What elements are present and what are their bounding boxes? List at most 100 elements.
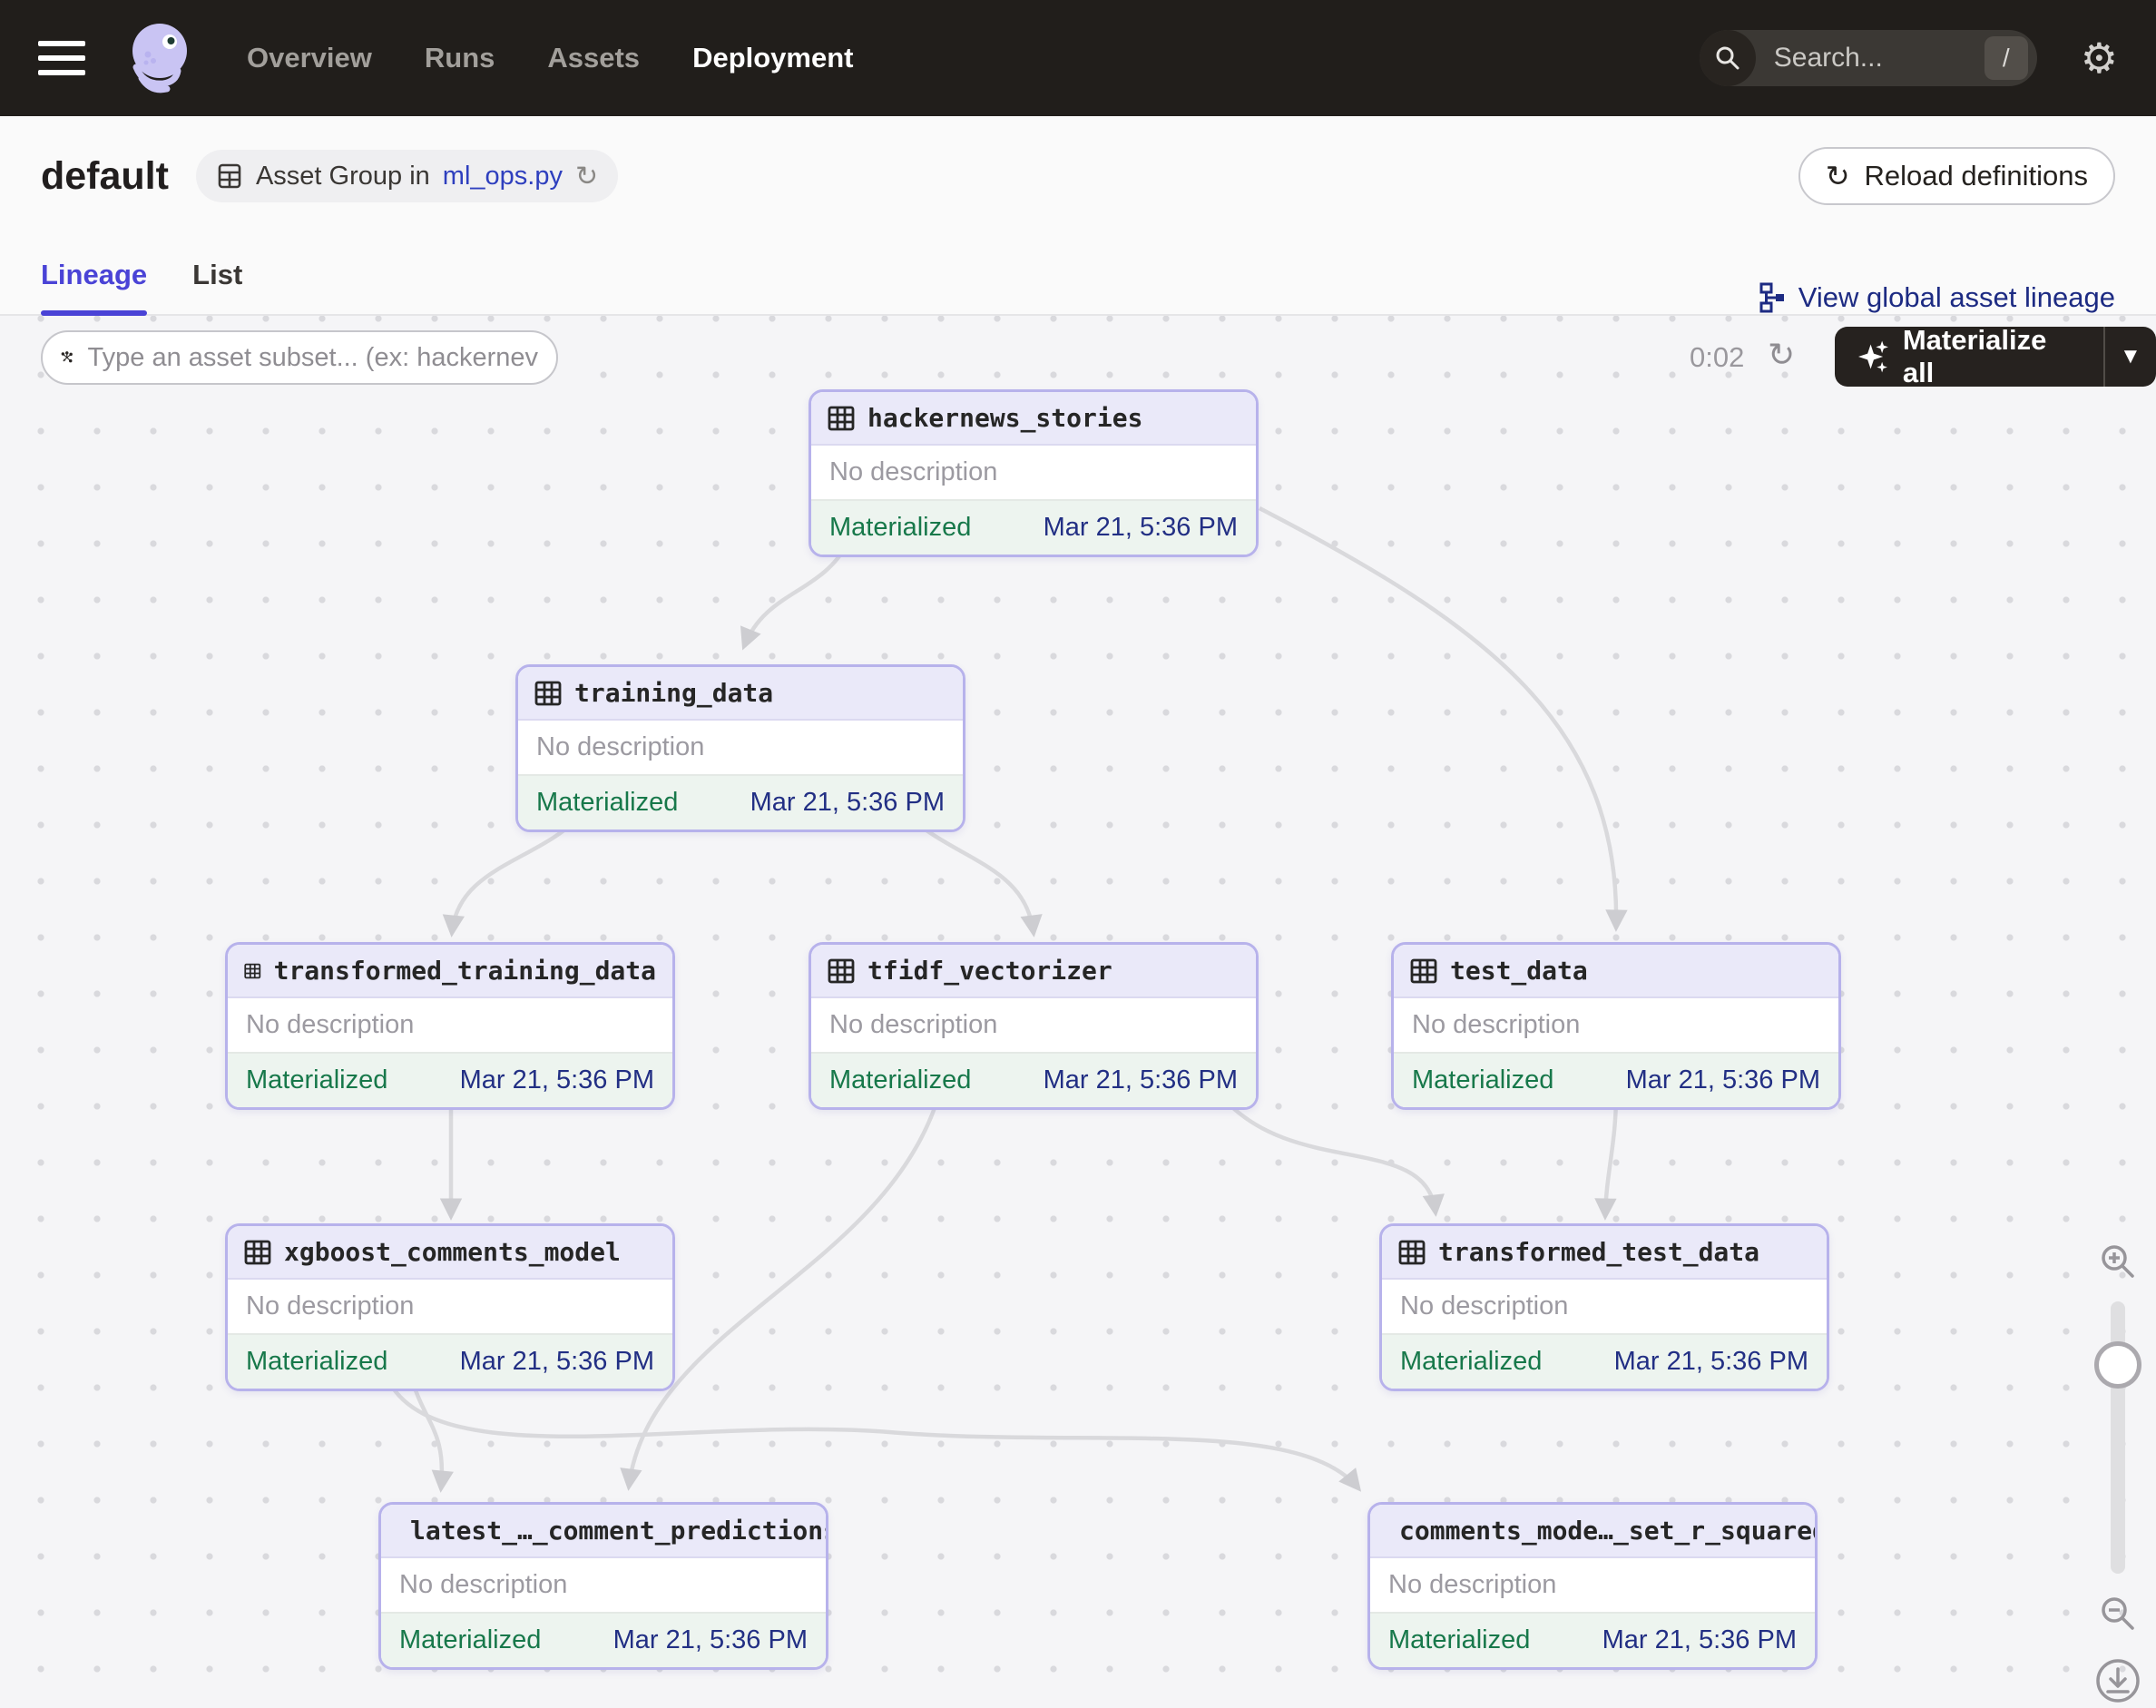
asset-node-label: test_data	[1450, 956, 1588, 986]
page-header: default Asset Group in ml_ops.py ↻ ↻ Rel…	[0, 116, 2156, 236]
nav-item-assets[interactable]: Assets	[547, 42, 640, 74]
search-input[interactable]: Search... /	[1699, 30, 2037, 86]
asset-node-label: transformed_training_data	[273, 956, 656, 986]
nav-item-deployment[interactable]: Deployment	[692, 42, 853, 74]
asset-node-timestamp[interactable]: Mar 21, 5:36 PM	[1614, 1347, 1808, 1377]
materialize-all-button[interactable]: Materialize all ▼	[1835, 324, 2156, 388]
asset-node-timestamp[interactable]: Mar 21, 5:36 PM	[750, 788, 945, 818]
refresh-icon[interactable]: ↻	[1768, 336, 1795, 374]
asset-node-timestamp[interactable]: Mar 21, 5:36 PM	[1044, 1065, 1238, 1095]
table-icon	[534, 681, 562, 705]
asset-group-text: Asset Group in	[255, 161, 430, 191]
zoom-controls	[2089, 1242, 2147, 1704]
table-icon	[1410, 958, 1437, 983]
asset-node-status: Materialized	[1400, 1347, 1543, 1376]
dagster-octopus-logo[interactable]	[123, 20, 194, 96]
sparkles-icon	[1858, 340, 1888, 373]
asset-group-file-link[interactable]: ml_ops.py	[443, 162, 563, 191]
asset-node-timestamp[interactable]: Mar 21, 5:36 PM	[613, 1625, 808, 1655]
menu-icon[interactable]	[38, 41, 85, 75]
asset-node-description: No description	[381, 1558, 826, 1612]
search-shortcut-badge: /	[1984, 36, 2028, 80]
asset-node-hackernews_stories[interactable]: hackernews_stories No description Materi…	[808, 389, 1259, 557]
nav-item-runs[interactable]: Runs	[425, 42, 495, 74]
asset-node-status: Materialized	[1412, 1065, 1554, 1094]
table-icon	[828, 958, 855, 983]
reload-icon[interactable]: ↻	[575, 161, 598, 192]
tabs-row: Lineage List View global asset lineage	[0, 236, 2156, 316]
download-icon[interactable]	[2094, 1657, 2141, 1704]
asset-group-chip: Asset Group in ml_ops.py ↻	[195, 150, 619, 202]
tab-list[interactable]: List	[192, 236, 242, 314]
asset-node-status: Materialized	[399, 1625, 542, 1654]
gear-icon[interactable]: ⚙	[2081, 37, 2118, 79]
asset-node-transformed_test_data[interactable]: transformed_test_data No description Mat…	[1379, 1223, 1829, 1391]
asset-node-description: No description	[518, 721, 963, 774]
lineage-canvas[interactable]: Type an asset subset... (ex: hackernev 0…	[0, 316, 2156, 1708]
asset-node-latest_comment_predictions[interactable]: latest_…_comment_predictions No descript…	[378, 1502, 828, 1670]
table-icon	[828, 406, 855, 430]
asset-node-comments_model_test_set_r_squared[interactable]: comments_mode…_set_r_squared No descript…	[1367, 1502, 1818, 1670]
zoom-slider[interactable]	[2094, 1301, 2141, 1574]
asset-node-label: comments_mode…_set_r_squared	[1399, 1516, 1818, 1546]
primary-nav: Overview Runs Assets Deployment	[247, 42, 853, 74]
asset-node-status: Materialized	[1388, 1625, 1531, 1654]
edge-hackernews_stories-to-test_data	[1258, 506, 1628, 932]
edge-test_data-to-transformed_test_data	[1594, 1094, 1619, 1221]
op-selector-icon	[61, 351, 73, 363]
asset-node-timestamp[interactable]: Mar 21, 5:36 PM	[1602, 1625, 1797, 1655]
asset-node-label: training_data	[574, 678, 774, 708]
asset-node-label: xgboost_comments_model	[284, 1237, 621, 1267]
asset-group-icon	[218, 163, 241, 189]
chevron-down-icon[interactable]: ▼	[2105, 327, 2156, 387]
asset-subset-input[interactable]: Type an asset subset... (ex: hackernev	[41, 330, 558, 385]
reload-definitions-button[interactable]: ↻ Reload definitions	[1798, 147, 2115, 205]
asset-node-description: No description	[1394, 998, 1838, 1052]
asset-node-label: tfidf_vectorizer	[867, 956, 1112, 986]
asset-subset-placeholder: Type an asset subset... (ex: hackernev	[87, 342, 538, 372]
table-icon	[244, 1240, 271, 1264]
lineage-graph-icon	[1759, 282, 1784, 313]
asset-node-timestamp[interactable]: Mar 21, 5:36 PM	[1626, 1065, 1820, 1095]
app-root: Overview Runs Assets Deployment Search... /…	[0, 0, 2156, 1708]
edge-tfidf_vectorizer-to-latest_comment_predictions	[620, 1094, 942, 1491]
asset-node-status: Materialized	[829, 1065, 972, 1094]
view-global-asset-lineage-link[interactable]: View global asset lineage	[1759, 281, 2115, 314]
asset-node-status: Materialized	[829, 513, 972, 542]
edge-training_data-to-tfidf_vectorizer	[906, 814, 1043, 937]
nav-item-overview[interactable]: Overview	[247, 42, 372, 74]
asset-node-description: No description	[811, 446, 1256, 499]
search-icon	[1699, 30, 1756, 86]
asset-node-description: No description	[228, 1280, 672, 1333]
search-placeholder: Search...	[1773, 43, 1883, 73]
edge-training_data-to-transformed_training_data	[442, 814, 583, 937]
table-icon	[1398, 1240, 1426, 1264]
zoom-slider-knob[interactable]	[2094, 1341, 2141, 1389]
edge-hackernews_stories-to-training_data	[740, 540, 850, 651]
zoom-in-icon[interactable]	[2098, 1242, 2138, 1281]
page-title: default	[41, 153, 169, 198]
top-nav: Overview Runs Assets Deployment Search... /…	[0, 0, 2156, 116]
asset-node-status: Materialized	[246, 1347, 388, 1376]
asset-node-transformed_training_data[interactable]: transformed_training_data No description…	[225, 942, 675, 1110]
asset-node-timestamp[interactable]: Mar 21, 5:36 PM	[460, 1065, 654, 1095]
asset-node-training_data[interactable]: training_data No description Materialize…	[515, 664, 965, 832]
asset-node-description: No description	[228, 998, 672, 1052]
reload-icon: ↻	[1825, 160, 1850, 192]
asset-node-xgboost_comments_model[interactable]: xgboost_comments_model No description Ma…	[225, 1223, 675, 1391]
asset-node-status: Materialized	[536, 788, 679, 817]
edge-tfidf_vectorizer-to-transformed_test_data	[1223, 1098, 1445, 1217]
asset-node-description: No description	[1382, 1280, 1827, 1333]
asset-node-status: Materialized	[246, 1065, 388, 1094]
asset-node-timestamp[interactable]: Mar 21, 5:36 PM	[1044, 513, 1238, 543]
tab-lineage[interactable]: Lineage	[41, 236, 148, 316]
asset-node-tfidf_vectorizer[interactable]: tfidf_vectorizer No description Material…	[808, 942, 1259, 1110]
asset-node-test_data[interactable]: test_data No description Materialized Ma…	[1391, 942, 1841, 1110]
refresh-timer: 0:02	[1690, 341, 1745, 373]
table-icon	[244, 963, 261, 978]
asset-node-label: transformed_test_data	[1438, 1237, 1760, 1267]
asset-node-description: No description	[1370, 1558, 1815, 1612]
tabs: Lineage List	[41, 236, 242, 316]
asset-node-timestamp[interactable]: Mar 21, 5:36 PM	[460, 1347, 654, 1377]
zoom-out-icon[interactable]	[2098, 1594, 2138, 1634]
